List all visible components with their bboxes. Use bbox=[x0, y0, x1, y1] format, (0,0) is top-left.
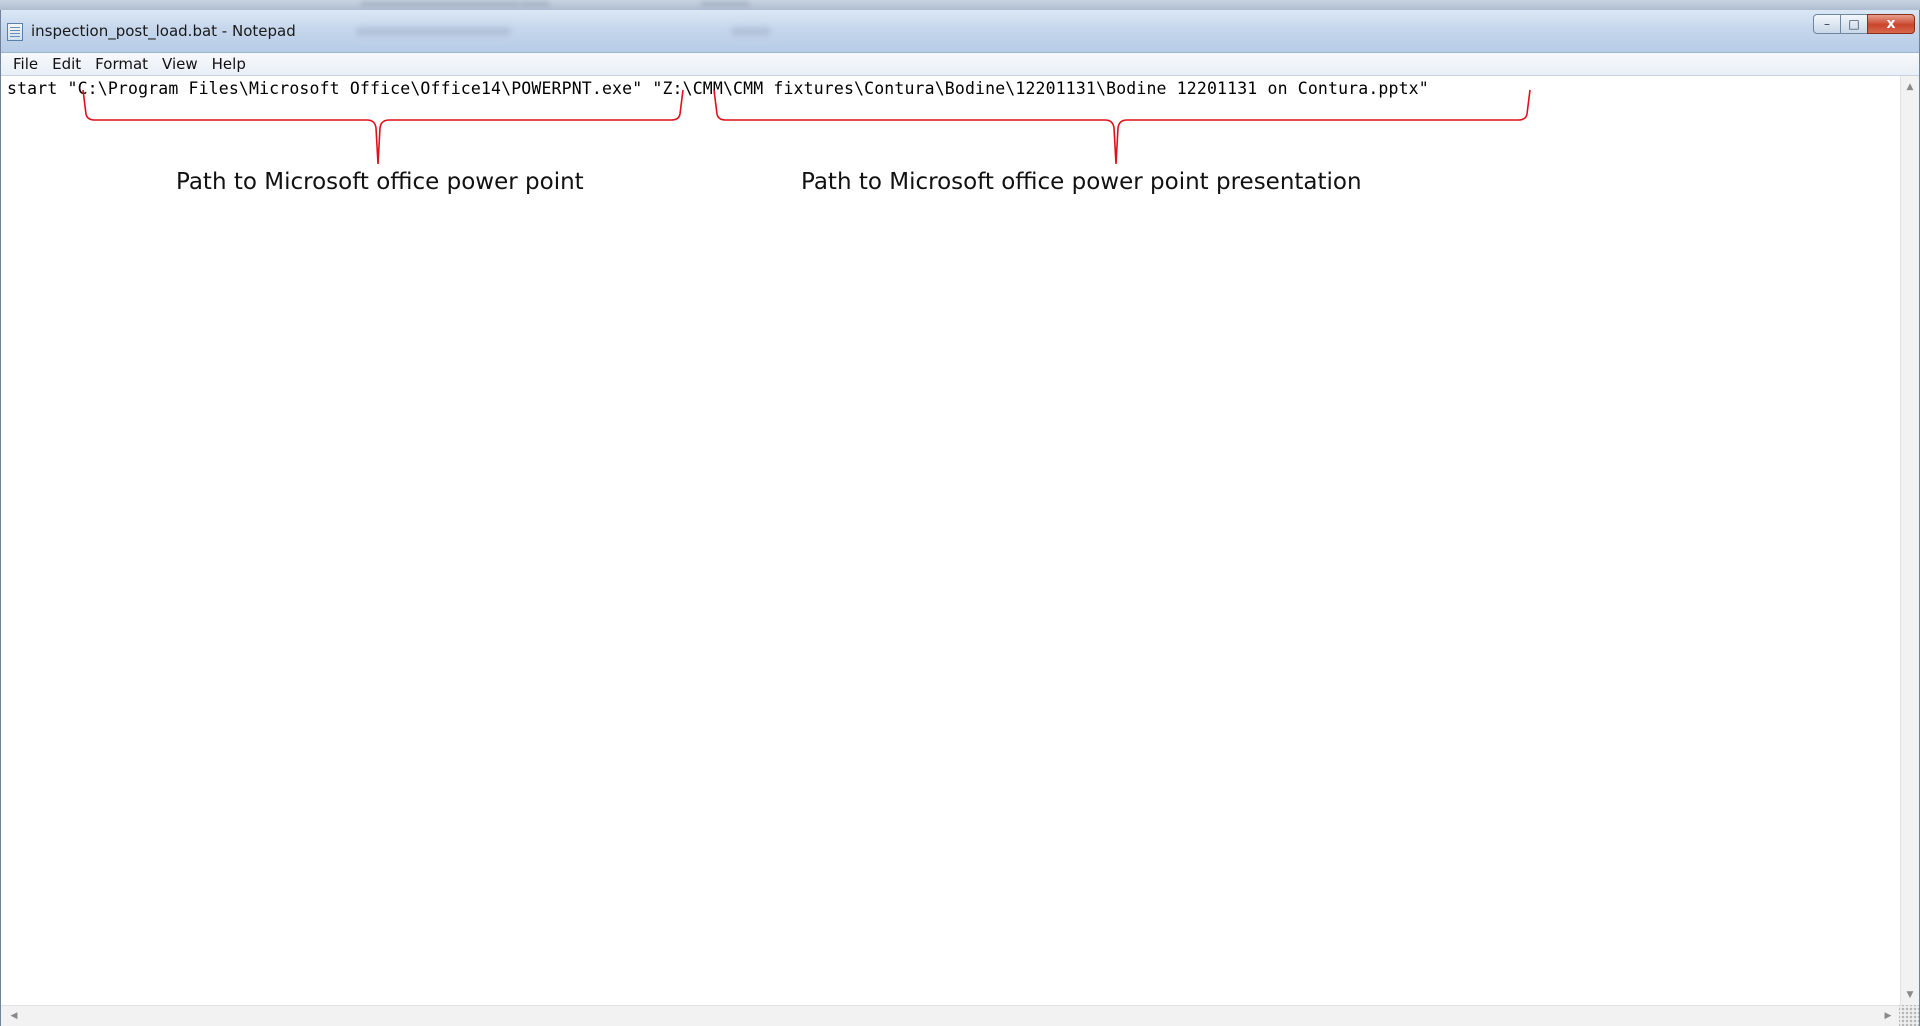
window-title: inspection_post_load.bat - Notepad bbox=[31, 22, 296, 40]
left-brace bbox=[82, 89, 684, 165]
scroll-down-arrow-icon[interactable]: ▼ bbox=[1901, 986, 1919, 1003]
close-button[interactable]: x bbox=[1867, 14, 1915, 34]
menu-edit[interactable]: Edit bbox=[45, 53, 88, 75]
scroll-left-arrow-icon[interactable]: ◀ bbox=[5, 1006, 23, 1026]
title-bar[interactable]: inspection_post_load.bat - Notepad – □ x bbox=[1, 10, 1919, 53]
annotation-presentation-path: Path to Microsoft office power point pre… bbox=[801, 169, 1362, 195]
menu-file[interactable]: File bbox=[1, 53, 45, 75]
horizontal-scrollbar[interactable]: ◀ ▶ bbox=[1, 1005, 1901, 1026]
maximize-icon: □ bbox=[1848, 17, 1860, 31]
resize-grip-icon[interactable] bbox=[1899, 1005, 1919, 1026]
minimize-icon: – bbox=[1824, 17, 1830, 31]
maximize-button[interactable]: □ bbox=[1840, 14, 1868, 34]
notepad-window: inspection_post_load.bat - Notepad – □ x… bbox=[0, 10, 1920, 1026]
blurred-background-text bbox=[356, 27, 511, 36]
menu-bar: File Edit Format View Help bbox=[1, 53, 1919, 76]
scroll-up-arrow-icon[interactable]: ▲ bbox=[1901, 78, 1919, 95]
blurred-background-text bbox=[731, 27, 771, 36]
right-brace bbox=[713, 89, 1531, 165]
scroll-right-arrow-icon[interactable]: ▶ bbox=[1879, 1006, 1897, 1026]
close-icon: x bbox=[1886, 16, 1896, 32]
menu-help[interactable]: Help bbox=[205, 53, 253, 75]
menu-format[interactable]: Format bbox=[88, 53, 155, 75]
menu-view[interactable]: View bbox=[155, 53, 205, 75]
vertical-scrollbar[interactable]: ▲ ▼ bbox=[1900, 76, 1919, 1005]
text-editor-area[interactable]: start "C:\Program Files\Microsoft Office… bbox=[1, 76, 1901, 1005]
minimize-button[interactable]: – bbox=[1813, 14, 1841, 34]
notepad-icon[interactable] bbox=[7, 23, 23, 41]
caption-buttons: – □ x bbox=[1813, 14, 1915, 36]
annotation-powerpoint-path: Path to Microsoft office power point bbox=[176, 169, 584, 195]
